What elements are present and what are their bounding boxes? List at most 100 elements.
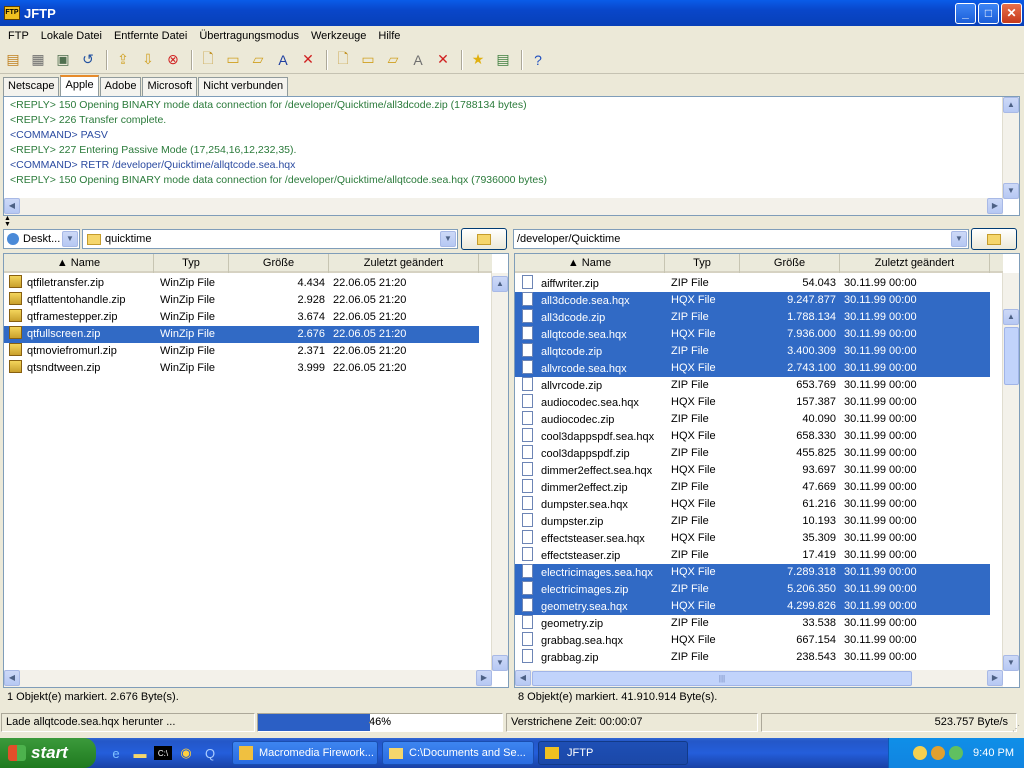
table-row[interactable]: allqtcode.zip ZIP File 3.400.309 30.11.99 0… bbox=[515, 343, 990, 360]
remote-horizontal-scrollbar[interactable]: ◀ ||| ▶ bbox=[515, 670, 1003, 687]
column-modified[interactable]: Zuletzt geändert bbox=[329, 254, 479, 273]
disconnect-icon[interactable]: ▦ bbox=[27, 49, 49, 71]
taskbar-item-jftp[interactable]: JFTP bbox=[538, 741, 688, 765]
upload-icon[interactable]: ⇪ bbox=[112, 49, 134, 71]
scroll-right-icon[interactable]: ▶ bbox=[987, 198, 1003, 214]
tab-apple[interactable]: Apple bbox=[60, 75, 99, 96]
minimize-button[interactable]: _ bbox=[955, 2, 976, 24]
scroll-left-icon[interactable]: ◀ bbox=[4, 198, 20, 214]
scroll-right-icon[interactable]: ▶ bbox=[476, 670, 492, 686]
log-vertical-scrollbar[interactable]: ▲ ▼ bbox=[1002, 97, 1019, 199]
taskbar-item-documents[interactable]: C:\Documents and Se... bbox=[382, 741, 534, 765]
console-icon[interactable]: ▤ bbox=[492, 49, 514, 71]
tab-adobe[interactable]: Adobe bbox=[99, 77, 142, 96]
table-row[interactable]: aiffwriter.zip ZIP File 54.043 30.11.99 00:… bbox=[515, 275, 990, 292]
maximize-button[interactable]: □ bbox=[978, 2, 999, 24]
scroll-down-icon[interactable]: ▼ bbox=[492, 655, 508, 671]
chevron-down-icon[interactable]: ▼ bbox=[951, 231, 967, 247]
table-row[interactable]: allvrcode.sea.hqx HQX File 2.743.100 30.11.… bbox=[515, 360, 990, 377]
remote-new-file-icon[interactable]: 🗋 bbox=[332, 49, 354, 71]
table-row[interactable]: qtflattentohandle.zip WinZip File 2.928 22.… bbox=[4, 292, 479, 309]
table-row[interactable]: dumpster.sea.hqx HQX File 61.216 30.11.99 0… bbox=[515, 496, 990, 513]
tab-microsoft[interactable]: Microsoft bbox=[142, 77, 198, 96]
taskbar-item-fireworks[interactable]: Macromedia Firework... bbox=[232, 741, 378, 765]
scroll-down-icon[interactable]: ▼ bbox=[1003, 655, 1019, 671]
remote-new-folder-icon[interactable]: ▭ bbox=[357, 49, 379, 71]
menu-entfernte-datei[interactable]: Entfernte Datei bbox=[108, 30, 193, 42]
splitter-handle[interactable]: ▲ ▼ bbox=[4, 215, 11, 228]
shield-icon[interactable] bbox=[931, 746, 946, 760]
column-name[interactable]: ▲ Name bbox=[4, 254, 154, 273]
table-row[interactable]: qtframestepper.zip WinZip File 3.674 22.06.… bbox=[4, 309, 479, 326]
local-folder-select[interactable]: quicktime ▼ bbox=[82, 229, 458, 249]
table-row[interactable]: cool3dappspdf.sea.hqx HQX File 658.330 30.1… bbox=[515, 428, 990, 445]
stop-icon[interactable]: ⊗ bbox=[162, 49, 184, 71]
quicktime-icon[interactable]: Q bbox=[200, 743, 220, 763]
table-row[interactable]: allqtcode.sea.hqx HQX File 7.936.000 30.11.… bbox=[515, 326, 990, 343]
remote-parent-folder-button[interactable] bbox=[971, 228, 1017, 250]
explorer-folder-icon[interactable]: ▬ bbox=[130, 743, 150, 763]
command-prompt-icon[interactable]: C:\ bbox=[154, 746, 172, 760]
remote-file-list[interactable]: ▲ Name Typ Größe Zuletzt geändert aiffwr… bbox=[514, 253, 1020, 688]
refresh-icon[interactable]: ↺ bbox=[77, 49, 99, 71]
table-row[interactable]: electricimages.zip ZIP File 5.206.350 30.11… bbox=[515, 581, 990, 598]
tab-nicht-verbunden[interactable]: Nicht verbunden bbox=[198, 77, 289, 96]
menu-ftp[interactable]: FTP bbox=[2, 30, 35, 42]
column-type[interactable]: Typ bbox=[665, 254, 740, 273]
resize-grip-icon[interactable]: ⋰ bbox=[1012, 724, 1022, 734]
table-row[interactable]: grabbag.sea.hqx HQX File 667.154 30.11.99 0… bbox=[515, 632, 990, 649]
rename-icon[interactable]: A bbox=[272, 49, 294, 71]
bookmark-star-icon[interactable]: ★ bbox=[467, 49, 489, 71]
column-name[interactable]: ▲ Name bbox=[515, 254, 665, 273]
local-vertical-scrollbar[interactable]: ▲ ▼ bbox=[491, 273, 508, 671]
new-file-icon[interactable]: 🗋 bbox=[197, 49, 219, 71]
scroll-right-icon[interactable]: ▶ bbox=[987, 670, 1003, 686]
table-row[interactable]: allvrcode.zip ZIP File 653.769 30.11.99 00:… bbox=[515, 377, 990, 394]
table-row[interactable]: electricimages.sea.hqx HQX File 7.289.318 3… bbox=[515, 564, 990, 581]
command-log[interactable]: <REPLY> 150 Opening BINARY mode data con… bbox=[3, 96, 1020, 216]
help-icon[interactable]: ? bbox=[527, 49, 549, 71]
new-folder-icon[interactable]: ▭ bbox=[222, 49, 244, 71]
remote-delete-icon[interactable]: ✕ bbox=[432, 49, 454, 71]
scroll-down-icon[interactable]: ▼ bbox=[1003, 183, 1019, 199]
table-row[interactable]: qtfullscreen.zip WinZip File 2.676 22.06.05… bbox=[4, 326, 479, 343]
table-row[interactable]: effectsteaser.zip ZIP File 17.419 30.11.99 … bbox=[515, 547, 990, 564]
download-icon[interactable]: ⇩ bbox=[137, 49, 159, 71]
remote-vertical-scrollbar[interactable]: ▲ ▼ bbox=[1002, 273, 1019, 671]
column-modified[interactable]: Zuletzt geändert bbox=[840, 254, 990, 273]
table-row[interactable]: cool3dappspdf.zip ZIP File 455.825 30.11.99… bbox=[515, 445, 990, 462]
network-icon[interactable] bbox=[949, 746, 964, 760]
scroll-up-icon[interactable]: ▲ bbox=[1003, 309, 1019, 325]
table-row[interactable]: qtmoviefromurl.zip WinZip File 2.371 22.06.… bbox=[4, 343, 479, 360]
new-connection-icon[interactable]: ▤ bbox=[2, 49, 24, 71]
column-type[interactable]: Typ bbox=[154, 254, 229, 273]
table-row[interactable]: audiocodec.zip ZIP File 40.090 30.11.99 00:… bbox=[515, 411, 990, 428]
local-drive-select[interactable]: Deskt... ▼ bbox=[3, 229, 80, 249]
open-folder-icon[interactable]: ▱ bbox=[247, 49, 269, 71]
chevron-down-icon[interactable]: ▼ bbox=[440, 231, 456, 247]
column-size[interactable]: Größe bbox=[229, 254, 329, 273]
remote-open-folder-icon[interactable]: ▱ bbox=[382, 49, 404, 71]
table-row[interactable]: effectsteaser.sea.hqx HQX File 35.309 30.11… bbox=[515, 530, 990, 547]
network-icon[interactable]: ▣ bbox=[52, 49, 74, 71]
scroll-left-icon[interactable]: ◀ bbox=[4, 670, 20, 686]
close-button[interactable]: ✕ bbox=[1001, 2, 1022, 24]
table-row[interactable]: qtfiletransfer.zip WinZip File 4.434 22.06.… bbox=[4, 275, 479, 292]
local-horizontal-scrollbar[interactable]: ◀ ▶ bbox=[4, 670, 492, 687]
table-row[interactable]: geometry.sea.hqx HQX File 4.299.826 30.11.9… bbox=[515, 598, 990, 615]
media-player-icon[interactable]: ◉ bbox=[176, 743, 196, 763]
internet-explorer-icon[interactable]: e bbox=[106, 743, 126, 763]
scroll-thumb[interactable]: ||| bbox=[532, 671, 912, 686]
remote-path-select[interactable]: /developer/Quicktime ▼ bbox=[513, 229, 969, 249]
local-parent-folder-button[interactable] bbox=[461, 228, 507, 250]
scroll-up-icon[interactable]: ▲ bbox=[1003, 97, 1019, 113]
local-file-list[interactable]: ▲ Name Typ Größe Zuletzt geändert qtfile… bbox=[3, 253, 509, 688]
table-row[interactable]: dimmer2effect.sea.hqx HQX File 93.697 30.11… bbox=[515, 462, 990, 479]
table-row[interactable]: qtsndtween.zip WinZip File 3.999 22.06.05 2… bbox=[4, 360, 479, 377]
speaker-icon[interactable] bbox=[913, 746, 928, 760]
start-button[interactable]: start bbox=[0, 738, 96, 768]
table-row[interactable]: audiocodec.sea.hqx HQX File 157.387 30.11.9… bbox=[515, 394, 990, 411]
table-row[interactable]: all3dcode.sea.hqx HQX File 9.247.877 30.11.… bbox=[515, 292, 990, 309]
scroll-thumb[interactable] bbox=[1004, 327, 1019, 385]
table-row[interactable]: dumpster.zip ZIP File 10.193 30.11.99 00:00 bbox=[515, 513, 990, 530]
